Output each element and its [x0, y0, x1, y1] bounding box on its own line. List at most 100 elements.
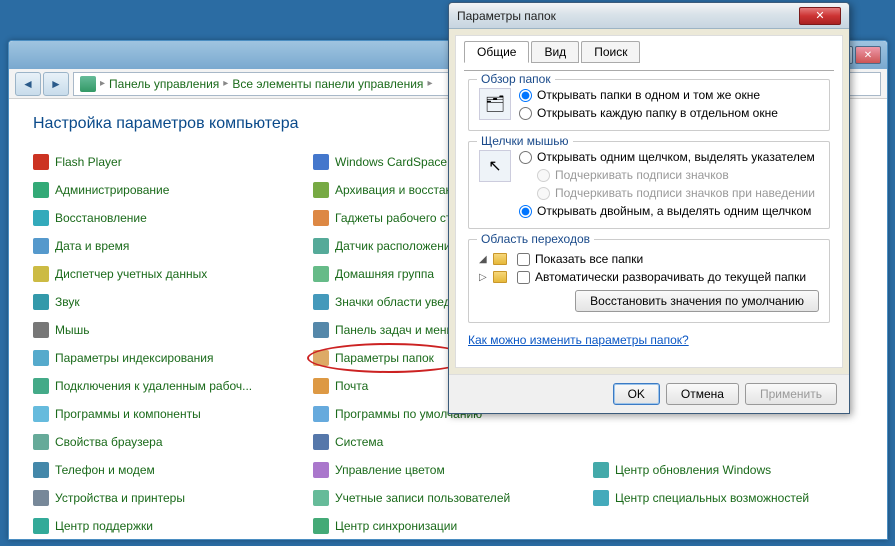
cp-item-label: Подключения к удаленным рабоч...	[55, 379, 252, 393]
cp-item-icon	[313, 406, 329, 422]
cp-item[interactable]: Устройства и принтеры	[33, 487, 303, 509]
cp-item-label: Система	[335, 435, 383, 449]
dialog-close-button[interactable]: ✕	[799, 7, 841, 25]
cp-item-icon	[313, 154, 329, 170]
nav-back-button[interactable]: ◄	[15, 72, 41, 96]
cp-item-label: Управление цветом	[335, 463, 445, 477]
cp-item[interactable]: Центр специальных возможностей	[593, 487, 863, 509]
ok-button[interactable]: OK	[613, 383, 660, 405]
dialog-title: Параметры папок	[457, 9, 799, 23]
cp-column: Flash Player Администрирование Восстановле…	[33, 151, 303, 537]
radio-same-window[interactable]: Открывать папки в одном и том же окне	[519, 88, 778, 102]
group-legend: Область переходов	[477, 232, 594, 246]
radio-single-click[interactable]: Открывать одним щелчком, выделять указат…	[519, 150, 815, 164]
tab-view[interactable]: Вид	[531, 41, 579, 63]
cp-item[interactable]: Звук	[33, 291, 303, 313]
cp-item[interactable]: Программы и компоненты	[33, 403, 303, 425]
cp-item-icon	[313, 434, 329, 450]
cp-item-icon	[313, 462, 329, 478]
dialog-button-row: OK Отмена Применить	[449, 374, 849, 413]
cp-item-label: Телефон и модем	[55, 463, 155, 477]
folder-icon	[493, 253, 507, 265]
cp-item-label: Мышь	[55, 323, 90, 337]
cp-item[interactable]: Параметры индексирования	[33, 347, 303, 369]
breadcrumb-root[interactable]: Панель управления	[109, 77, 219, 91]
cp-item[interactable]: Центр обновления Windows	[593, 459, 863, 481]
tree-row: ◢ Показать все папки	[479, 252, 819, 266]
cp-item[interactable]: Управление цветом	[313, 459, 583, 481]
cp-item[interactable]: Дата и время	[33, 235, 303, 257]
cp-item[interactable]: Телефон и модем	[33, 459, 303, 481]
breadcrumb-sep-icon: ▸	[100, 78, 105, 89]
cp-item[interactable]: Мышь	[33, 319, 303, 341]
cp-item[interactable]: Центр поддержки	[33, 515, 303, 537]
cp-icon	[80, 76, 96, 92]
cp-item-icon	[33, 266, 49, 282]
cp-item-icon	[33, 182, 49, 198]
cp-item-label: Параметры папок	[335, 351, 434, 365]
cp-item-label: Почта	[335, 379, 368, 393]
cp-item[interactable]: Центр синхронизации	[313, 515, 583, 537]
radio-own-window[interactable]: Открывать каждую папку в отдельном окне	[519, 106, 778, 120]
cp-item-icon	[313, 378, 329, 394]
help-link[interactable]: Как можно изменить параметры папок?	[468, 333, 830, 347]
cp-item-icon	[33, 434, 49, 450]
tab-general[interactable]: Общие	[464, 41, 529, 63]
cp-item-icon	[33, 406, 49, 422]
cp-item[interactable]: Диспетчер учетных данных	[33, 263, 303, 285]
cp-item-label: Flash Player	[55, 155, 122, 169]
cp-item[interactable]: Администрирование	[33, 179, 303, 201]
cp-item-label: Учетные записи пользователей	[335, 491, 510, 505]
cp-item-icon	[313, 210, 329, 226]
tree-row: ▷ Автоматически разворачивать до текущей…	[479, 270, 819, 284]
cp-item[interactable]: Свойства браузера	[33, 431, 303, 453]
cp-item[interactable]: Подключения к удаленным рабоч...	[33, 375, 303, 397]
cp-item-label: Windows CardSpace	[335, 155, 447, 169]
cp-item-icon	[33, 378, 49, 394]
cp-item-icon	[33, 322, 49, 338]
apply-button[interactable]: Применить	[745, 383, 837, 405]
cp-item-label: Параметры индексирования	[55, 351, 213, 365]
cp-item-icon	[593, 462, 609, 478]
tab-search[interactable]: Поиск	[581, 41, 640, 63]
folder-icon	[493, 271, 507, 283]
cp-item-label: Домашняя группа	[335, 267, 434, 281]
check-auto-expand[interactable]: Автоматически разворачивать до текущей п…	[517, 270, 806, 284]
cp-item-label: Администрирование	[55, 183, 169, 197]
nav-forward-button[interactable]: ►	[43, 72, 69, 96]
tree-collapse-icon[interactable]: ◢	[479, 254, 489, 265]
breadcrumb-sep-icon: ▸	[223, 78, 228, 89]
cp-item[interactable]: Flash Player	[33, 151, 303, 173]
cp-item[interactable]: Система	[313, 431, 583, 453]
click-items-icon: ↖	[479, 150, 511, 182]
close-button[interactable]: ✕	[855, 46, 881, 64]
breadcrumb-sep-icon: ▸	[427, 78, 432, 89]
tree-expand-icon[interactable]: ▷	[479, 272, 489, 283]
radio-underline-hover: Подчеркивать подписи значков при наведен…	[537, 186, 815, 200]
cancel-button[interactable]: Отмена	[666, 383, 739, 405]
radio-double-click[interactable]: Открывать двойным, а выделять одним щелч…	[519, 204, 815, 218]
check-show-all-folders[interactable]: Показать все папки	[517, 252, 643, 266]
folder-options-dialog: Параметры папок ✕ Общие Вид Поиск Обзор …	[448, 2, 850, 414]
group-nav-pane: Область переходов ◢ Показать все папки ▷…	[468, 239, 830, 323]
cp-item-icon	[313, 490, 329, 506]
cp-item-label: Программы и компоненты	[55, 407, 201, 421]
cp-item-icon	[33, 350, 49, 366]
cp-item-label: Звук	[55, 295, 80, 309]
dialog-titlebar[interactable]: Параметры папок ✕	[449, 3, 849, 29]
group-click-items: Щелчки мышью ↖ Открывать одним щелчком, …	[468, 141, 830, 229]
cp-item-icon	[313, 518, 329, 534]
dialog-body: Общие Вид Поиск Обзор папок 🗂 Открывать …	[455, 35, 843, 368]
restore-defaults-button[interactable]: Восстановить значения по умолчанию	[575, 290, 819, 312]
cp-item[interactable]: Восстановление	[33, 207, 303, 229]
group-browse-folders: Обзор папок 🗂 Открывать папки в одном и …	[468, 79, 830, 131]
cp-item-icon	[33, 210, 49, 226]
tab-panel-general: Обзор папок 🗂 Открывать папки в одном и …	[464, 70, 834, 359]
cp-item-icon	[313, 238, 329, 254]
cp-item-label: Диспетчер учетных данных	[55, 267, 207, 281]
breadcrumb-level2[interactable]: Все элементы панели управления	[232, 77, 423, 91]
cp-item-label: Устройства и принтеры	[55, 491, 185, 505]
cp-item-label: Свойства браузера	[55, 435, 163, 449]
cp-item[interactable]: Учетные записи пользователей	[313, 487, 583, 509]
tab-strip: Общие Вид Поиск	[464, 41, 834, 63]
